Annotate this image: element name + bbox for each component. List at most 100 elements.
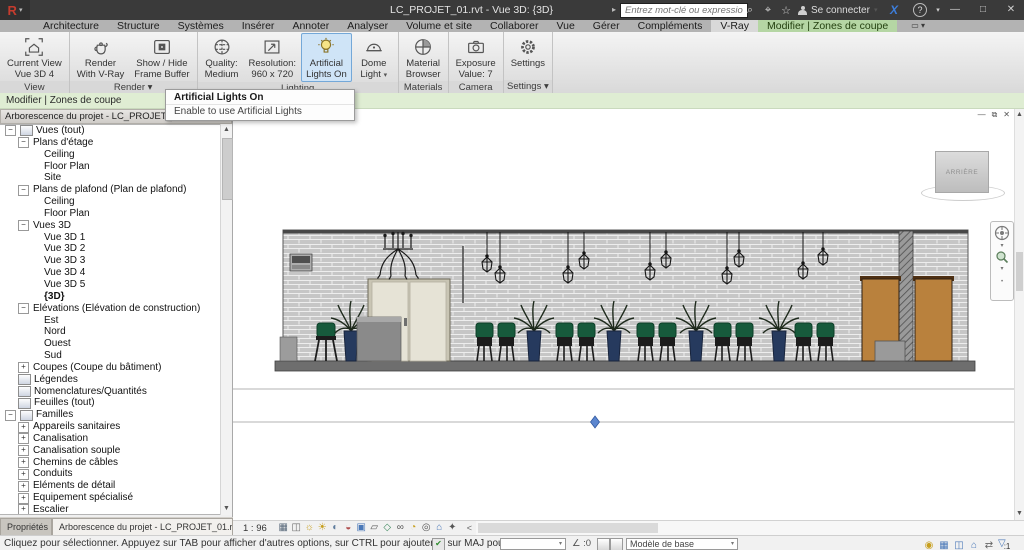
drawing-area[interactable]: — ⧉ ✕ bbox=[233, 109, 1024, 535]
maximize-button[interactable]: □ bbox=[970, 0, 996, 20]
tab-compl-ments[interactable]: Compléments bbox=[629, 20, 712, 32]
artificial-lights-on-button[interactable]: ArtificialLights On bbox=[301, 33, 352, 82]
expand-icon[interactable]: + bbox=[18, 433, 29, 444]
ribbon-display-toggle[interactable]: ▭ ▾ bbox=[911, 20, 925, 32]
tree-item-conduits[interactable]: +Conduits bbox=[0, 468, 221, 480]
favorites-star-icon[interactable]: ☆ bbox=[778, 3, 794, 17]
tab-vue[interactable]: Vue bbox=[547, 20, 583, 32]
help-icon[interactable]: ? bbox=[912, 3, 928, 17]
editable-only-toggle-icon[interactable] bbox=[597, 538, 610, 550]
settings-button[interactable]: Settings bbox=[506, 33, 550, 80]
reveal-constraints-icon[interactable]: ✦ bbox=[446, 521, 459, 535]
temporary-hide-isolate-icon[interactable]: ∞ bbox=[394, 521, 407, 535]
resolution-960-x-720-button[interactable]: Resolution:960 x 720 bbox=[244, 33, 302, 82]
tree-item-vues-tout[interactable]: −Vues (tout) bbox=[0, 125, 221, 137]
sun-path-icon[interactable]: ☼ bbox=[303, 521, 316, 535]
wall-panel-box[interactable] bbox=[290, 254, 312, 271]
worksets-icon[interactable]: ▦ bbox=[938, 539, 950, 550]
show-crop-region-icon[interactable]: ▱ bbox=[368, 521, 381, 535]
main-model-icon[interactable]: ⌂ bbox=[968, 539, 980, 550]
scroll-up-icon[interactable]: ▲ bbox=[1015, 109, 1024, 121]
navigation-wheel-icon[interactable] bbox=[994, 225, 1010, 241]
tree-item-vue-3d-2[interactable]: Vue 3D 2 bbox=[0, 243, 221, 255]
exchange-apps-icon[interactable]: X bbox=[886, 3, 902, 17]
expand-icon[interactable]: + bbox=[18, 422, 29, 433]
elevation-drawing[interactable] bbox=[233, 109, 1024, 520]
expand-icon[interactable]: + bbox=[18, 504, 29, 515]
collapse-icon[interactable]: − bbox=[18, 137, 29, 148]
expand-icon[interactable]: + bbox=[18, 457, 29, 468]
tab-annoter[interactable]: Annoter bbox=[283, 20, 338, 32]
tree-item-appareils-sanitaires[interactable]: +Appareils sanitaires bbox=[0, 421, 221, 433]
tree-item-ceiling[interactable]: Ceiling bbox=[0, 149, 221, 161]
level-marker[interactable] bbox=[591, 416, 600, 428]
temporary-view-properties-icon[interactable]: ◎ bbox=[420, 521, 433, 535]
dome-light-button[interactable]: DomeLight ▾ bbox=[352, 33, 396, 82]
tree-item-nord[interactable]: Nord bbox=[0, 326, 221, 338]
panel-tab-arborescence-du-projet-lc-projet-01-rvt[interactable]: Arborescence du projet - LC_PROJET_01.rv… bbox=[52, 518, 233, 535]
crop-view-icon[interactable]: ▣ bbox=[355, 521, 368, 535]
counter-desk[interactable] bbox=[357, 317, 401, 361]
sun-settings-icon[interactable]: ◐ bbox=[329, 521, 342, 535]
vertical-scrollbar[interactable]: ▲ ▼ bbox=[1014, 109, 1024, 520]
collapse-icon[interactable]: − bbox=[5, 125, 16, 136]
collapse-icon[interactable]: − bbox=[5, 410, 16, 421]
filter-icon[interactable]: ▽:1 bbox=[998, 537, 1010, 550]
zoom-icon[interactable] bbox=[995, 250, 1009, 264]
tree-item-escalier[interactable]: +Escalier bbox=[0, 504, 221, 515]
tree-item-familles[interactable]: −Familles bbox=[0, 409, 221, 421]
tree-item-vue-3d-5[interactable]: Vue 3D 5 bbox=[0, 279, 221, 291]
app-menu-button[interactable]: R▾ bbox=[0, 0, 30, 20]
tree-item-coupes-coupe-du-b-timent[interactable]: +Coupes (Coupe du bâtiment) bbox=[0, 362, 221, 374]
tree-item-feuilles-tout[interactable]: Feuilles (tout) bbox=[0, 397, 221, 409]
sign-in-button[interactable]: Se connecter ▾ bbox=[798, 0, 877, 20]
search-icon[interactable]: ⌕ bbox=[742, 3, 758, 17]
minimize-button[interactable]: — bbox=[942, 0, 968, 20]
tree-item-chemins-de-c-bles[interactable]: +Chemins de câbles bbox=[0, 457, 221, 469]
visual-style-icon[interactable]: ◫ bbox=[290, 521, 303, 535]
tree-item-vues-3d[interactable]: −Vues 3D bbox=[0, 220, 221, 232]
collapse-icon[interactable]: − bbox=[18, 220, 29, 231]
panel-tab-propri-t-s[interactable]: Propriétés bbox=[0, 518, 52, 535]
horizontal-scrollbar[interactable] bbox=[476, 521, 1024, 535]
collapse-icon[interactable]: − bbox=[18, 185, 29, 196]
tree-item-site[interactable]: Site bbox=[0, 172, 221, 184]
scroll-up-icon[interactable]: ▲ bbox=[221, 124, 232, 136]
exposure-value-7-button[interactable]: ExposureValue: 7 bbox=[451, 33, 501, 81]
tab-volume-et-site[interactable]: Volume et site bbox=[397, 20, 481, 32]
tree-item-el-ments-de-d-tail[interactable]: +Eléments de détail bbox=[0, 480, 221, 492]
tree-item-el-vations-el-vation-de-construction[interactable]: −Elévations (Elévation de construction) bbox=[0, 303, 221, 315]
show-hide-frame-buffer-button[interactable]: Show / HideFrame Buffer bbox=[129, 33, 194, 81]
tree-item-canalisation[interactable]: +Canalisation bbox=[0, 433, 221, 445]
tree-item-3d[interactable]: {3D} bbox=[0, 291, 221, 303]
scrollbar-thumb[interactable] bbox=[222, 138, 233, 200]
tree-item-floor-plan[interactable]: Floor Plan bbox=[0, 161, 221, 173]
shadows-icon[interactable]: ☀ bbox=[316, 521, 329, 535]
tree-item-floor-plan[interactable]: Floor Plan bbox=[0, 208, 221, 220]
view-minimize-icon[interactable]: — bbox=[978, 110, 986, 120]
workset-select[interactable]: ▾ bbox=[500, 538, 566, 550]
render-with-v-ray-button[interactable]: RenderWith V-Ray bbox=[72, 33, 130, 81]
displacement-sets-icon[interactable]: ⌂ bbox=[433, 521, 446, 535]
tree-item-plans-d-tage[interactable]: −Plans d'étage bbox=[0, 137, 221, 149]
tab-v-ray[interactable]: V-Ray bbox=[711, 20, 758, 32]
navbar-options-icon[interactable]: • bbox=[1001, 279, 1003, 285]
quality-medium-button[interactable]: Quality:Medium bbox=[200, 33, 244, 82]
tab-syst-mes[interactable]: Systèmes bbox=[169, 20, 233, 32]
gray-inactive-toggle-icon[interactable] bbox=[610, 538, 623, 550]
tree-item-ceiling[interactable]: Ceiling bbox=[0, 196, 221, 208]
tree-item-l-gendes[interactable]: Légendes bbox=[0, 374, 221, 386]
scrollbar-thumb[interactable] bbox=[478, 523, 658, 533]
exclusions-icon[interactable]: ⇄ bbox=[983, 539, 995, 550]
zoom-dropdown-icon[interactable]: ▾ bbox=[1000, 265, 1003, 272]
tab-ins-rer[interactable]: Insérer bbox=[233, 20, 284, 32]
tree-item-plans-de-plafond-plan-de-plafond[interactable]: −Plans de plafond (Plan de plafond) bbox=[0, 184, 221, 196]
expand-icon[interactable]: + bbox=[18, 469, 29, 480]
reveal-hidden-elements-icon[interactable]: ◔ bbox=[407, 521, 420, 535]
tree-item-vue-3d-4[interactable]: Vue 3D 4 bbox=[0, 267, 221, 279]
design-options-icon[interactable]: ◫ bbox=[953, 539, 965, 550]
scale-button[interactable]: 1 : 96 bbox=[243, 523, 267, 534]
editable-only-icon[interactable]: ◉ bbox=[923, 539, 935, 550]
worksharing-status-icon[interactable]: ✔ bbox=[432, 538, 445, 550]
locked-view-icon[interactable]: ◇ bbox=[381, 521, 394, 535]
